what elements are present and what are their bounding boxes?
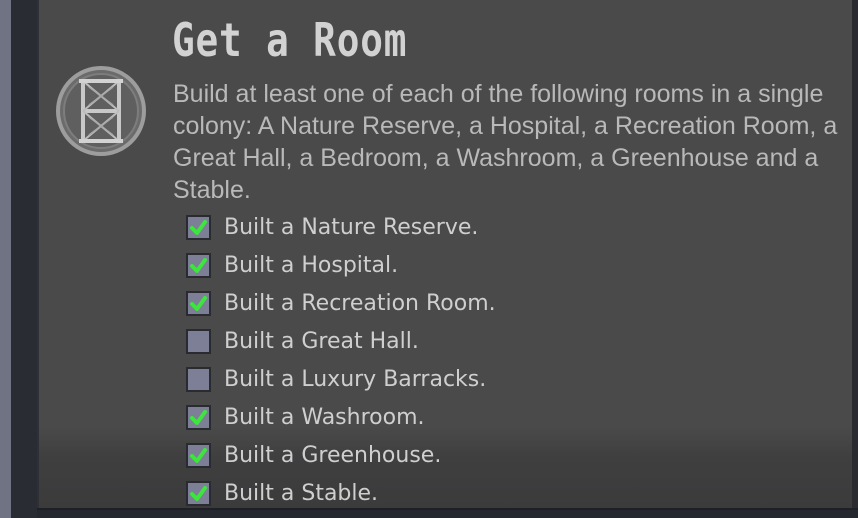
requirement-checkbox <box>186 366 211 392</box>
requirement-checkbox <box>186 480 211 506</box>
panel-right-edge <box>852 0 858 518</box>
requirement-row: Built a Washroom. <box>186 398 496 436</box>
requirement-label: Built a Washroom. <box>224 404 425 430</box>
requirements-checklist: Built a Nature Reserve. Built a Hospital.… <box>186 208 496 512</box>
requirement-label: Built a Luxury Barracks. <box>224 366 487 392</box>
requirement-row: Built a Luxury Barracks. <box>186 360 496 398</box>
check-mark-icon <box>190 257 207 273</box>
requirement-row: Built a Nature Reserve. <box>186 208 496 246</box>
requirement-checkbox <box>186 404 211 430</box>
requirement-label: Built a Nature Reserve. <box>224 214 479 240</box>
requirement-label: Built a Recreation Room. <box>224 290 496 316</box>
check-mark-icon <box>190 219 207 235</box>
requirement-checkbox <box>186 214 211 240</box>
requirement-row: Built a Hospital. <box>186 246 496 284</box>
check-mark-icon <box>190 485 207 501</box>
requirement-checkbox <box>186 290 211 316</box>
left-rail-edge <box>11 0 37 518</box>
left-rail <box>0 0 11 518</box>
check-mark-icon <box>190 447 207 463</box>
requirement-row: Built a Stable. <box>186 474 496 512</box>
shelf-icon <box>55 65 147 157</box>
check-mark-icon <box>190 295 207 311</box>
check-mark-icon <box>190 409 207 425</box>
requirement-label: Built a Great Hall. <box>224 328 419 354</box>
requirement-checkbox <box>186 442 211 468</box>
achievement-description: Build at least one of each of the follow… <box>173 80 838 204</box>
requirement-label: Built a Hospital. <box>224 252 399 278</box>
requirement-label: Built a Stable. <box>224 480 379 506</box>
requirement-row: Built a Great Hall. <box>186 322 496 360</box>
achievement-title: Get a Room <box>172 13 408 67</box>
requirement-row: Built a Greenhouse. <box>186 436 496 474</box>
requirement-checkbox <box>186 252 211 278</box>
requirement-row: Built a Recreation Room. <box>186 284 496 322</box>
requirement-label: Built a Greenhouse. <box>224 442 442 468</box>
requirement-checkbox <box>186 328 211 354</box>
